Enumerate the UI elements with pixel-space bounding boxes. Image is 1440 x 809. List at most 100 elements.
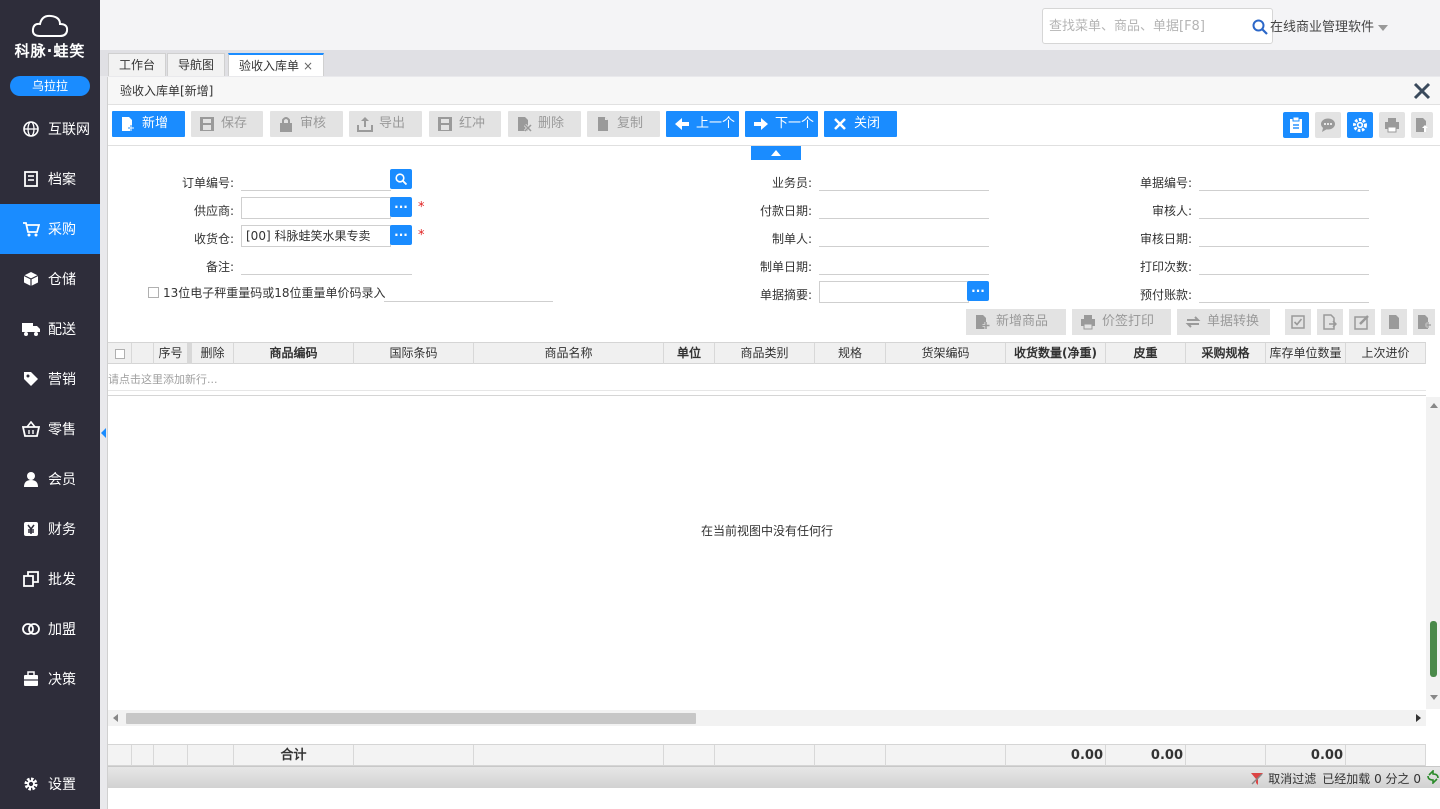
sidebar-item-warehouse[interactable]: 仓储 (0, 254, 100, 304)
creator-input[interactable] (819, 225, 989, 247)
close-button[interactable]: 关闭 (824, 111, 897, 137)
doc-no-input[interactable] (1199, 169, 1369, 191)
col-barcode[interactable]: 国际条码 (354, 343, 474, 364)
doc-convert-button[interactable]: 单据转换 (1177, 309, 1270, 335)
save-button[interactable]: 保存 (191, 111, 263, 137)
audit-date-input[interactable] (1199, 225, 1369, 247)
sidebar-item-internet[interactable]: 互联网 (0, 104, 100, 154)
sidebar-item-delivery[interactable]: 配送 (0, 304, 100, 354)
col-last-price[interactable]: 上次进价 (1346, 343, 1426, 364)
col-received-qty[interactable]: 收货数量(净重) (1006, 343, 1106, 364)
delete-button[interactable]: 删除 (508, 111, 581, 137)
scroll-up-arrow[interactable] (1430, 403, 1438, 408)
collapse-form-button[interactable] (751, 146, 801, 160)
summary-lookup-button[interactable]: ··· (967, 281, 989, 301)
settings-button[interactable] (1347, 112, 1373, 138)
create-date-input[interactable] (819, 253, 989, 275)
add-new-row[interactable]: 请点击这里添加新行... (108, 369, 1426, 391)
tab-nav-map[interactable]: 导航图 (167, 53, 226, 76)
prev-button[interactable]: 上一个 (666, 111, 739, 137)
add-product-button[interactable]: 新增商品 (966, 309, 1066, 335)
sidebar-item-archive[interactable]: 档案 (0, 154, 100, 204)
audit-button[interactable]: 审核 (270, 111, 343, 137)
auditor-label: 审核人: (1151, 204, 1192, 218)
cancel-filter-link[interactable]: 取消过滤 (1268, 770, 1316, 787)
vertical-scroll-thumb[interactable] (1430, 621, 1437, 677)
col-unit[interactable]: 单位 (664, 343, 715, 364)
select-all-checkbox[interactable] (114, 348, 125, 359)
tab-receipt[interactable]: 验收入库单 × (228, 53, 325, 76)
sidebar-item-franchise[interactable]: 加盟 (0, 604, 100, 654)
search-icon[interactable] (1252, 19, 1268, 35)
sidebar-item-label: 档案 (48, 172, 76, 188)
copy-button[interactable]: 复制 (587, 111, 660, 137)
vertical-scrollbar[interactable] (1426, 397, 1440, 709)
message-button[interactable] (1315, 112, 1341, 138)
remark-input[interactable] (241, 253, 412, 275)
sidebar-item-purchase[interactable]: 采购 (0, 204, 100, 254)
order-search-button[interactable] (390, 169, 412, 189)
top-header: 在线商业管理软件 (100, 0, 1440, 50)
auditor-input[interactable] (1199, 197, 1369, 219)
edit-button[interactable] (1349, 309, 1375, 335)
sidebar-item-settings[interactable]: 设置 (0, 759, 100, 809)
search-input[interactable] (1043, 9, 1243, 43)
salesman-input[interactable] (819, 169, 989, 191)
export-file-button[interactable] (1411, 112, 1433, 138)
col-seq[interactable]: 序号 (154, 343, 188, 364)
close-label: 关闭 (854, 116, 881, 131)
col-product-code[interactable]: 商品编码 (234, 343, 354, 364)
close-icon[interactable] (1412, 81, 1432, 101)
sidebar-item-member[interactable]: 会员 (0, 454, 100, 504)
user-badge[interactable]: 乌拉拉 (10, 76, 90, 96)
refresh-icon[interactable] (1427, 770, 1439, 784)
supplier-input[interactable] (241, 197, 391, 219)
tab-close-icon[interactable]: × (303, 59, 313, 73)
col-purchase-spec[interactable]: 采购规格 (1186, 343, 1266, 364)
sidebar-item-decision[interactable]: 决策 (0, 654, 100, 704)
filter-off-icon[interactable] (1250, 772, 1264, 786)
scale-code-checkbox[interactable] (148, 287, 159, 298)
col-shelf-code[interactable]: 货架编码 (886, 343, 1006, 364)
reverse-button[interactable]: 红冲 (429, 111, 501, 137)
next-button[interactable]: 下一个 (745, 111, 818, 137)
col-stock-unit-qty[interactable]: 库存单位数量 (1266, 343, 1346, 364)
scroll-right-arrow[interactable] (1416, 714, 1421, 722)
clipboard-button[interactable] (1283, 112, 1309, 138)
col-category[interactable]: 商品类别 (715, 343, 815, 364)
doc-convert-label: 单据转换 (1207, 314, 1260, 329)
sidebar-item-retail[interactable]: 零售 (0, 404, 100, 454)
horizontal-scroll-thumb[interactable] (126, 713, 696, 724)
scale-code-option: 13位电子秤重量码或18位重量单价码录入 (148, 284, 386, 301)
new-button[interactable]: 新增 (112, 111, 185, 137)
add-row-button[interactable] (1413, 309, 1435, 335)
print-button[interactable] (1379, 112, 1405, 138)
document-button[interactable] (1381, 309, 1407, 335)
tab-workbench[interactable]: 工作台 (108, 53, 167, 76)
price-print-button[interactable]: 价签打印 (1072, 309, 1171, 335)
sidebar-collapse-arrow[interactable] (101, 428, 106, 438)
export-button[interactable]: 导出 (349, 111, 422, 137)
col-product-name[interactable]: 商品名称 (474, 343, 664, 364)
sidebar-item-marketing[interactable]: 营销 (0, 354, 100, 404)
sidebar-item-finance[interactable]: 财务 (0, 504, 100, 554)
prepaid-input[interactable] (1199, 281, 1369, 303)
horizontal-scrollbar[interactable] (108, 710, 1426, 726)
col-delete[interactable]: 删除 (192, 343, 234, 364)
scroll-left-arrow[interactable] (113, 714, 118, 722)
check-button[interactable] (1285, 309, 1311, 335)
sidebar-item-wholesale[interactable]: 批发 (0, 554, 100, 604)
import-button[interactable] (1317, 309, 1343, 335)
app-name-menu[interactable]: 在线商业管理软件 (1270, 16, 1389, 35)
scroll-down-arrow[interactable] (1430, 695, 1438, 700)
pay-date-input[interactable] (819, 197, 989, 219)
sidebar-item-label: 营销 (48, 372, 76, 388)
order-no-input[interactable] (241, 169, 391, 191)
print-count-input[interactable] (1199, 253, 1369, 275)
warehouse-input[interactable] (241, 225, 391, 247)
col-tare[interactable]: 皮重 (1106, 343, 1186, 364)
warehouse-lookup-button[interactable]: ··· (390, 225, 412, 245)
col-spec[interactable]: 规格 (815, 343, 886, 364)
supplier-lookup-button[interactable]: ··· (390, 197, 412, 217)
summary-input[interactable] (819, 281, 969, 303)
